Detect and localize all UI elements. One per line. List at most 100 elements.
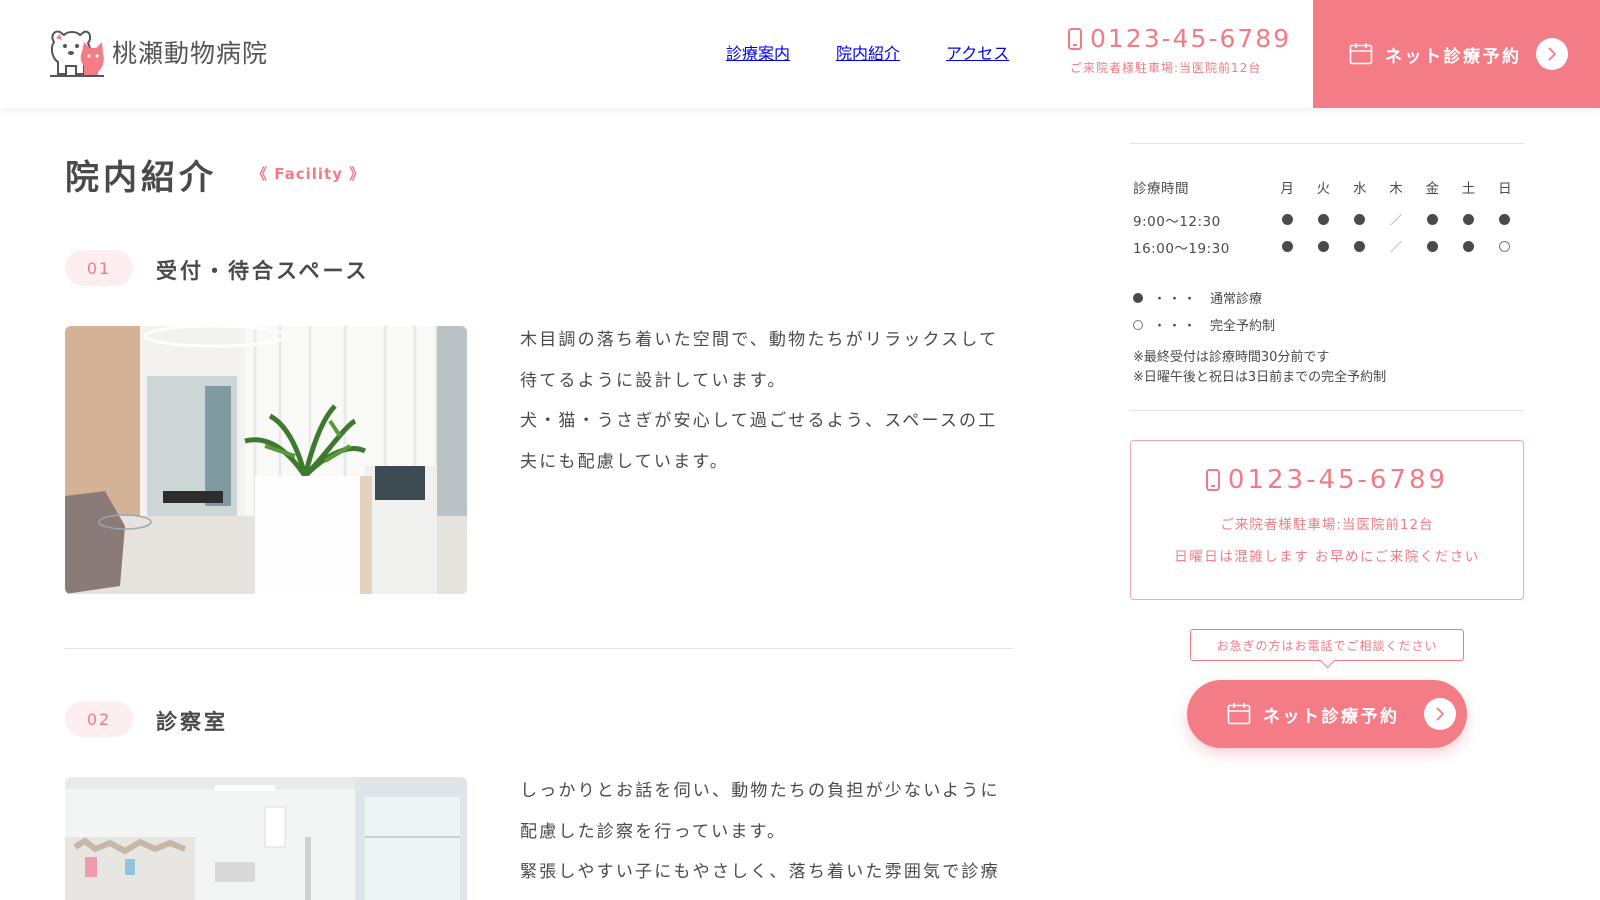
exam-room-text-line: 緊張しやすい子にもやさしく、落ち着いた雰囲気で診療 xyxy=(520,862,1000,882)
logo[interactable]: 桃瀬動物病院 xyxy=(48,26,268,78)
section-number-badge: 02 xyxy=(65,701,133,737)
header-parking-info: ご来院者様駐車場:当医院前12台 xyxy=(1070,61,1262,75)
header-reserve-button[interactable]: ネット診療予約 xyxy=(1313,0,1600,108)
filled-dot-icon xyxy=(1281,214,1293,225)
section-title-reception: 受付・待合スペース xyxy=(156,259,370,283)
open-dot-icon xyxy=(1133,319,1143,330)
exam-room-description: しっかりとお話を伺い、動物たちの負担が少ないように 配慮した診察を行っています。… xyxy=(520,771,1010,893)
hours-mark xyxy=(1269,206,1305,233)
contact-parking-info: ご来院者様駐車場:当医院前12台 xyxy=(1220,517,1434,533)
exam-room-photo xyxy=(65,777,467,900)
day-fri: 金 xyxy=(1425,181,1440,197)
hours-mark xyxy=(1269,233,1305,260)
sidebar-divider xyxy=(1130,143,1524,144)
sidebar-reserve-button[interactable]: ネット診療予約 xyxy=(1187,680,1467,748)
sidebar-divider xyxy=(1130,410,1524,411)
hours-mark xyxy=(1414,206,1450,233)
hours-mark xyxy=(1487,206,1523,233)
day-wed: 水 xyxy=(1352,181,1367,197)
filled-dot-icon xyxy=(1317,241,1329,252)
hours-mark: ／ xyxy=(1378,233,1414,260)
hours-header-row: 診療時間 月 火 水 木 金 土 日 xyxy=(1133,168,1523,206)
hours-note: ※日曜午後と祝日は3日前までの完全予約制 xyxy=(1133,370,1387,385)
filled-dot-icon xyxy=(1354,241,1366,252)
hours-note: ※最終受付は診療時間30分前です xyxy=(1133,350,1330,365)
reception-text-line: 犬・猫・うさぎが安心して過ごせるよう、スペースの工 xyxy=(520,411,998,431)
day-sat: 土 xyxy=(1461,181,1476,197)
open-dot-icon xyxy=(1499,241,1511,252)
hours-legend: ・・・ 通常診療 ・・・ 完全予約制 xyxy=(1133,284,1275,338)
reception-photo xyxy=(65,326,467,594)
filled-dot-icon xyxy=(1463,214,1475,225)
day-mon: 月 xyxy=(1280,181,1294,197)
legend-dots: ・・・ xyxy=(1153,292,1199,307)
day-thu: 木 xyxy=(1389,181,1403,197)
exam-room-text-line: しっかりとお話を伺い、動物たちの負担が少ないように xyxy=(520,781,1000,801)
reception-description: 木目調の落ち着いた空間で、動物たちがリラックスして 待てるように設計しています。… xyxy=(520,320,1010,482)
hours-time: 16:00〜19:30 xyxy=(1133,240,1230,257)
page-title: 院内紹介 xyxy=(65,158,217,198)
urgent-call-bubble: お急ぎの方はお電話でご相談ください xyxy=(1190,629,1464,661)
filled-dot-icon xyxy=(1281,241,1293,252)
filled-dot-icon xyxy=(1499,214,1511,225)
legend-item-reservation: ・・・ 完全予約制 xyxy=(1133,311,1275,338)
hours-mark: ／ xyxy=(1378,206,1414,233)
section-number-badge: 01 xyxy=(65,250,133,286)
calendar-icon xyxy=(1349,43,1373,65)
day-sun: 日 xyxy=(1498,181,1512,197)
closed-slash-icon: ／ xyxy=(1389,240,1402,254)
filled-dot-icon xyxy=(1317,214,1329,225)
legend-label: 通常診療 xyxy=(1210,292,1263,307)
header-phone-link[interactable]: 0123-45-6789 xyxy=(1068,24,1291,53)
hours-mark xyxy=(1342,206,1378,233)
phone-icon xyxy=(1205,469,1220,491)
exam-room-text-line: 配慮した診察を行っています。 xyxy=(520,821,787,842)
hours-mark xyxy=(1342,233,1378,260)
hours-mark xyxy=(1305,206,1341,233)
site-header: 桃瀬動物病院 診療案内 院内紹介 アクセス 0123-45-6789 ご来院者様… xyxy=(0,0,1600,108)
legend-label: 完全予約制 xyxy=(1210,319,1276,334)
header-phone: 0123-45-6789 ご来院者様駐車場:当医院前12台 xyxy=(1068,24,1291,76)
logo-dog-cat-icon xyxy=(50,30,104,77)
chevron-right-icon xyxy=(1535,38,1568,70)
legend-dots: ・・・ xyxy=(1153,319,1199,334)
hours-mark xyxy=(1450,206,1486,233)
reception-text-line: 待てるように設計しています。 xyxy=(520,370,787,391)
filled-dot-icon xyxy=(1463,241,1475,252)
filled-dot-icon xyxy=(1133,292,1143,303)
contact-phone-link[interactable]: 0123-45-6789 xyxy=(1131,465,1523,495)
phone-icon xyxy=(1068,27,1082,50)
hours-table: 診療時間 月 火 水 木 金 土 日 9:00〜12:30 ／ 16:00〜19… xyxy=(1133,168,1523,260)
calendar-icon xyxy=(1227,703,1251,725)
contact-box: 0123-45-6789 ご来院者様駐車場:当医院前12台 日曜日は混雑します … xyxy=(1130,440,1524,600)
hours-row-morning: 9:00〜12:30 ／ xyxy=(1133,206,1523,233)
hours-mark xyxy=(1414,233,1450,260)
reception-text-line: 木目調の落ち着いた空間で、動物たちがリラックスして xyxy=(520,330,999,350)
header-reserve-label: ネット診療予約 xyxy=(1385,46,1522,67)
chevron-right-icon xyxy=(1423,698,1456,730)
logo-text: 桃瀬動物病院 xyxy=(112,39,269,68)
hours-row-afternoon: 16:00〜19:30 ／ xyxy=(1133,233,1523,260)
filled-dot-icon xyxy=(1426,241,1438,252)
section-divider xyxy=(65,648,1013,649)
contact-phone-number: 0123-45-6789 xyxy=(1227,465,1449,495)
hours-mark xyxy=(1305,233,1341,260)
hours-mark xyxy=(1450,233,1486,260)
hours-mark xyxy=(1487,233,1523,260)
nav-item-services[interactable]: 診療案内 xyxy=(726,40,790,64)
nav-item-access[interactable]: アクセス xyxy=(946,40,1009,64)
reception-text-line: 夫にも配慮しています。 xyxy=(520,451,729,472)
page-subtitle: 《 Facility 》 xyxy=(252,165,366,183)
filled-dot-icon xyxy=(1354,214,1366,225)
sidebar-reserve-label: ネット診療予約 xyxy=(1263,706,1400,727)
nav-item-facility[interactable]: 院内紹介 xyxy=(836,40,900,64)
hours-notes: ※最終受付は診療時間30分前です ※日曜午後と祝日は3日前までの完全予約制 xyxy=(1133,348,1386,388)
hours-label: 診療時間 xyxy=(1133,181,1189,197)
header-phone-number: 0123-45-6789 xyxy=(1090,24,1292,53)
filled-dot-icon xyxy=(1426,214,1438,225)
day-tue: 火 xyxy=(1316,181,1331,197)
legend-item-regular: ・・・ 通常診療 xyxy=(1133,284,1275,311)
hours-time: 9:00〜12:30 xyxy=(1133,213,1221,230)
section-title-exam-room: 診察室 xyxy=(156,710,228,734)
contact-sunday-note: 日曜日は混雑します お早めにご来院ください xyxy=(1174,549,1480,565)
